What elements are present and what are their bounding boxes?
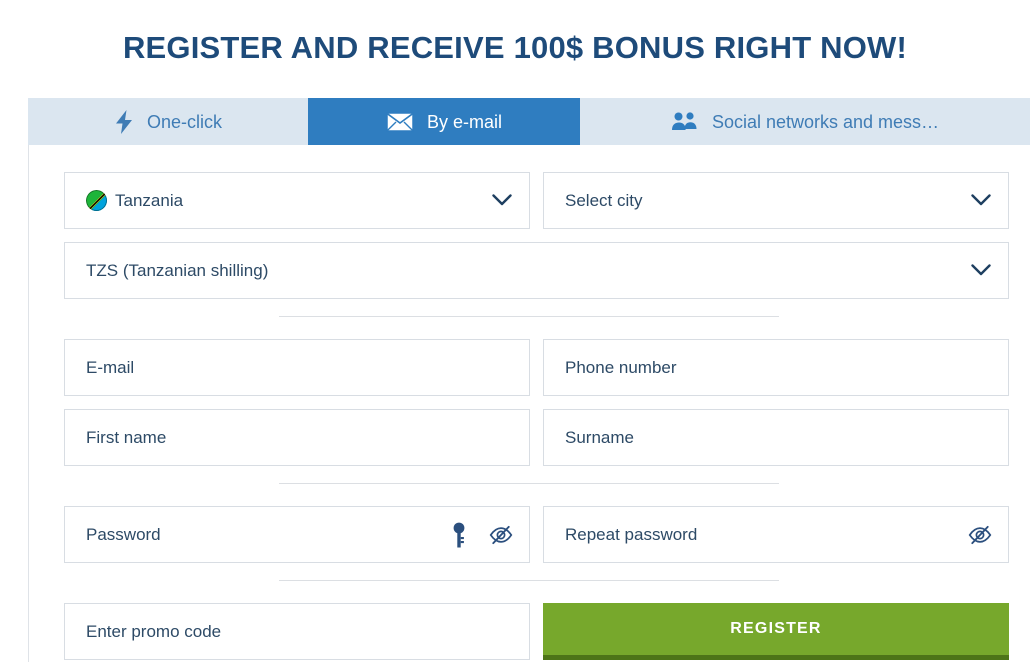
key-icon[interactable] [447,522,471,547]
location-row: Tanzania Select city [64,172,1009,229]
surname-field[interactable]: Surname [543,409,1009,466]
section-divider [279,483,779,484]
password-row: Password Repeat password [64,506,1009,563]
registration-form: Tanzania Select city TZS (Tanzanian shil… [28,145,1030,662]
country-value: Tanzania [115,190,184,210]
promo-code-field[interactable]: Enter promo code [64,603,530,660]
eye-slash-icon[interactable] [968,523,992,547]
eye-slash-icon[interactable] [489,523,513,547]
city-select[interactable]: Select city [543,172,1009,229]
contact-row: E-mail Phone number [64,339,1009,396]
page-title: REGISTER AND RECEIVE 100$ BONUS RIGHT NO… [122,30,908,65]
submit-row: Enter promo code REGISTER [64,603,1009,660]
chevron-down-icon[interactable] [970,190,992,212]
section-divider [279,316,779,317]
first-name-placeholder: First name [86,427,167,447]
chevron-down-icon[interactable] [491,190,513,212]
currency-select[interactable]: TZS (Tanzanian shilling) [64,242,1009,299]
tab-one-click[interactable]: One-click [28,98,308,145]
phone-placeholder: Phone number [565,357,677,377]
envelope-icon [386,111,414,132]
currency-value: TZS (Tanzanian shilling) [86,260,269,280]
surname-placeholder: Surname [565,427,634,447]
lightning-bolt-icon [114,109,134,134]
email-field[interactable]: E-mail [64,339,530,396]
phone-field[interactable]: Phone number [543,339,1009,396]
first-name-field[interactable]: First name [64,409,530,466]
registration-page: REGISTER AND RECEIVE 100$ BONUS RIGHT NO… [0,0,1030,662]
tab-social-networks[interactable]: Social networks and mess… [580,98,1030,145]
country-select[interactable]: Tanzania [64,172,530,229]
section-divider [279,580,779,581]
promo-code-placeholder: Enter promo code [86,621,222,641]
tab-one-click-label: One-click [146,111,222,132]
registration-method-tabs: One-click By e-mail Social networks and … [28,98,1030,145]
password-field[interactable]: Password [64,506,530,563]
tab-by-email[interactable]: By e-mail [308,98,580,145]
name-row: First name Surname [64,409,1009,466]
city-placeholder: Select city [565,190,643,210]
repeat-password-placeholder: Repeat password [565,524,698,544]
currency-row: TZS (Tanzanian shilling) [64,242,1009,299]
people-group-icon [671,111,699,133]
register-button[interactable]: REGISTER [543,603,1009,660]
email-placeholder: E-mail [86,357,135,377]
tab-by-email-label: By e-mail [426,111,502,132]
tanzania-flag-icon [86,190,107,211]
repeat-password-field[interactable]: Repeat password [543,506,1009,563]
chevron-down-icon[interactable] [970,260,992,282]
password-placeholder: Password [86,524,161,544]
tab-social-networks-label: Social networks and mess… [711,111,940,132]
